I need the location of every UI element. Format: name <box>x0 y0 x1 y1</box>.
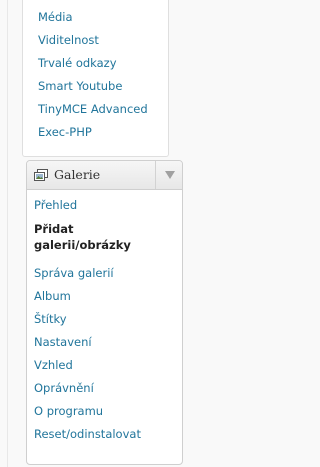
galerie-item-opravneni[interactable]: Oprávnění <box>34 381 94 395</box>
menu-item-trvale-odkazy[interactable]: Trvalé odkazy <box>38 56 117 70</box>
menu-item-exec-php[interactable]: Exec-PHP <box>38 125 92 139</box>
galerie-item-vzhled[interactable]: Vzhled <box>34 358 73 372</box>
galerie-menu-title: Galerie <box>54 167 101 182</box>
galerie-item-pridat-line2: galerii/obrázky <box>34 238 131 252</box>
header-divider <box>155 161 156 189</box>
menu-item-viditelnost[interactable]: Viditelnost <box>38 33 99 47</box>
galerie-item-prehled[interactable]: Přehled <box>34 198 77 212</box>
galerie-item-pridat[interactable]: Přidat galerii/obrázky <box>34 221 131 253</box>
menu-item-media[interactable]: Média <box>38 10 73 24</box>
triangle-down-icon[interactable] <box>164 170 176 180</box>
galerie-item-nastaveni[interactable]: Nastavení <box>34 335 92 349</box>
menu-item-tinymce-advanced[interactable]: TinyMCE Advanced <box>38 102 148 116</box>
galerie-menu: Galerie Přehled Přidat galerii/obrázky S… <box>26 160 183 465</box>
galerie-item-sprava-galerii[interactable]: Správa galerií <box>34 266 114 280</box>
galerie-item-o-programu[interactable]: O programu <box>34 404 103 418</box>
menu-item-smart-youtube[interactable]: Smart Youtube <box>38 79 122 93</box>
galerie-item-album[interactable]: Album <box>34 289 71 303</box>
galerie-item-stitky[interactable]: Štítky <box>34 312 67 326</box>
gallery-icon <box>34 169 48 181</box>
page-edge-line <box>7 0 8 467</box>
galerie-menu-header[interactable]: Galerie <box>27 161 182 190</box>
settings-submenu: Média Viditelnost Trvalé odkazy Smart Yo… <box>22 0 169 157</box>
galerie-item-reset[interactable]: Reset/odinstalovat <box>34 427 141 441</box>
galerie-item-pridat-line1: Přidat <box>34 222 74 236</box>
